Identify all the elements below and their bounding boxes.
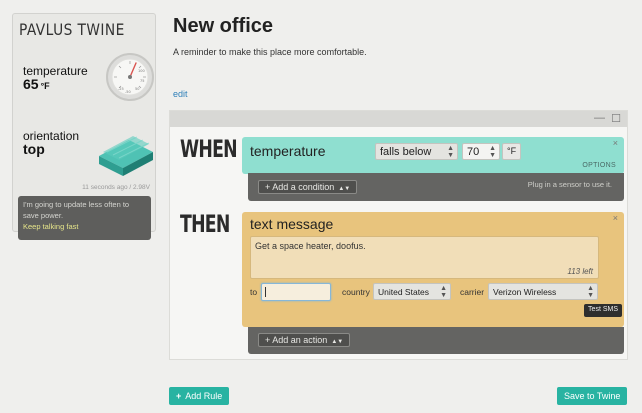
then-action-card: text message × Get a space heater, doofu…: [242, 212, 624, 327]
close-icon[interactable]: ×: [613, 138, 618, 148]
carrier-select[interactable]: Verizon Wireless ▲ ▼: [488, 283, 598, 300]
temperature-value: 65 °F: [23, 76, 50, 92]
gauge-tick-label: 75: [140, 79, 144, 83]
char-count: 113 left: [567, 267, 593, 276]
sensor-name: temperature: [250, 143, 326, 159]
phone-number-input[interactable]: [261, 283, 331, 301]
edit-link[interactable]: edit: [173, 89, 188, 99]
orientation-value: top: [23, 141, 45, 157]
rule-topbar: — ☐: [170, 111, 627, 127]
add-rule-button[interactable]: + Add Rule: [169, 387, 230, 405]
gauge-tick-label: -25: [118, 87, 124, 91]
page-subtitle: A reminder to make this place more comfo…: [173, 47, 367, 57]
when-heading: WHEN: [180, 135, 238, 163]
stepper-icon[interactable]: ▲ ▼: [489, 145, 496, 159]
gauge-tick-label: 100: [138, 69, 145, 73]
when-condition-card: temperature × falls below ▲ ▼ 70 ▲ ▼ °F OP…: [242, 137, 624, 174]
carrier-label: carrier: [460, 287, 485, 297]
chevron-down-icon: ▲▼: [331, 339, 344, 345]
action-name: text message: [250, 216, 334, 232]
thermometer-gauge-icon: 100 75 50 -25 -50: [106, 53, 154, 101]
keep-talking-link[interactable]: Keep talking fast: [23, 221, 146, 232]
then-footer: + Add an action ▲▼: [248, 327, 624, 354]
add-action-button[interactable]: + Add an action ▲▼: [258, 333, 351, 347]
condition-select[interactable]: falls below ▲ ▼: [375, 143, 458, 160]
select-arrows-icon: ▲ ▼: [440, 285, 447, 299]
sensor-hint: Plug in a sensor to use it.: [527, 180, 612, 189]
country-label: country: [342, 287, 370, 297]
maximize-icon[interactable]: ☐: [611, 112, 621, 125]
rule-panel: — ☐ WHEN temperature × falls below ▲ ▼ 70…: [169, 110, 628, 360]
to-label: to: [250, 287, 258, 297]
minimize-icon[interactable]: —: [594, 112, 605, 124]
country-select[interactable]: United States ▲ ▼: [373, 283, 451, 300]
select-arrows-icon: ▲ ▼: [587, 285, 594, 299]
gauge-tick-label: 50: [135, 87, 139, 91]
message-textarea[interactable]: Get a space heater, doofus. 113 left: [250, 236, 599, 279]
select-arrows-icon: ▲ ▼: [447, 145, 454, 159]
test-sms-button[interactable]: Test SMS: [584, 304, 622, 317]
close-icon[interactable]: ×: [613, 213, 618, 223]
page-title: New office: [173, 15, 274, 37]
when-footer: + Add a condition ▲▼ Plug in a sensor to …: [248, 173, 624, 201]
save-to-twine-button[interactable]: Save to Twine: [557, 387, 628, 405]
power-notice-text: I'm going to update less often to save p…: [23, 200, 130, 220]
then-heading: THEN: [180, 210, 230, 238]
chevron-down-icon: ▲▼: [338, 186, 351, 192]
add-condition-button[interactable]: + Add a condition ▲▼: [258, 180, 358, 194]
unit-toggle-button[interactable]: °F: [502, 143, 522, 160]
power-notice: I'm going to update less often to save p…: [18, 196, 151, 240]
device-name: PAVLUS TWINE: [19, 20, 125, 39]
last-updated: 11 seconds ago / 2.98V: [82, 184, 150, 191]
plus-icon: +: [176, 391, 182, 401]
gauge-tick-label: -50: [125, 90, 131, 94]
threshold-input[interactable]: 70 ▲ ▼: [462, 143, 500, 160]
device-card: PAVLUS TWINE temperature 65 °F 100 75 50 …: [12, 13, 156, 240]
options-link[interactable]: OPTIONS: [582, 162, 616, 169]
twine-device-icon: [99, 136, 153, 176]
